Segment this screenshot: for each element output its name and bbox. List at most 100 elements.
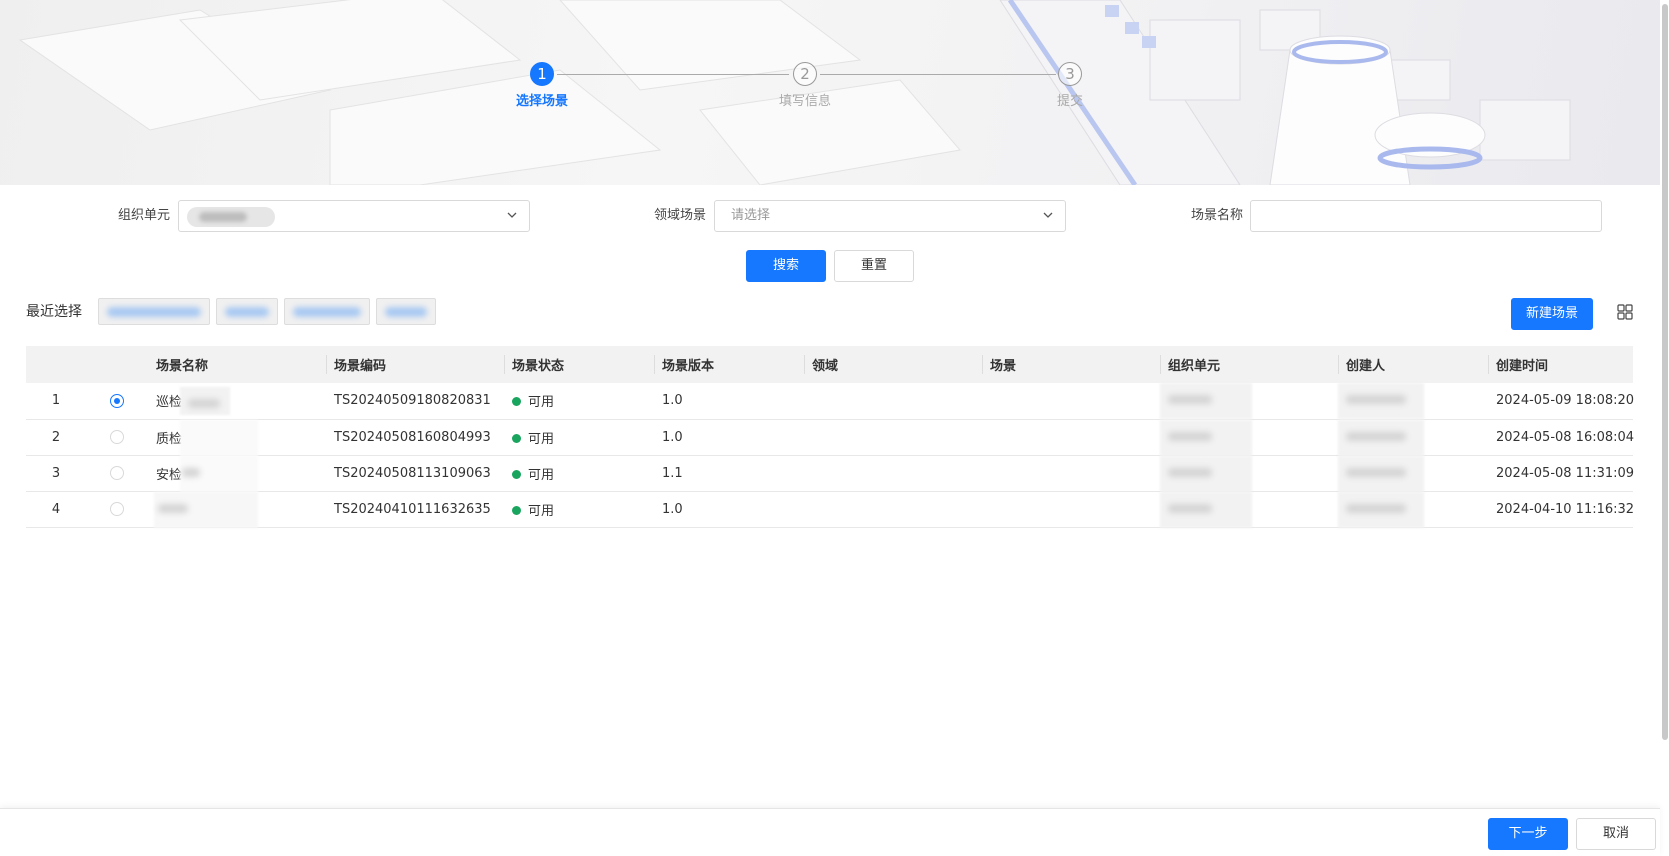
status-dot-icon [512,505,521,515]
org-unit-label: 组织单元 [117,208,170,223]
scene-name-input[interactable] [1250,200,1602,232]
step-3[interactable]: 3 提交 [1030,62,1110,109]
step-label: 选择场景 [515,94,568,109]
org-unit-cell [1160,491,1338,528]
recent-chip[interactable] [216,298,278,325]
scene-name-cell: 质检 [148,419,326,456]
chevron-down-icon [507,212,517,218]
scene-table: 场景名称 场景编码 场景状态 场景版本 领域 场景 组织单元 创建人 创建时间 … [26,346,1634,528]
grid-view-icon[interactable] [1617,304,1633,320]
column-header: 场景 [982,346,1160,383]
status-dot-icon [512,469,521,479]
recent-chip[interactable] [284,298,370,325]
redacted-text [1338,383,1424,419]
org-unit-cell [1160,419,1338,456]
column-header: 场景名称 [148,346,326,383]
domain-cell [804,491,982,528]
org-unit-cell [1160,383,1338,420]
scene-status-cell: 可用 [504,383,654,420]
search-button[interactable]: 搜索 [746,250,826,282]
scene-status-cell: 可用 [504,491,654,528]
row-index: 2 [26,419,86,456]
scene-code-cell: TS20240410111632635 [326,491,504,528]
step-label: 提交 [1056,94,1083,109]
domain-cell [804,419,982,456]
row-index: 1 [26,383,86,420]
scene-version-cell: 1.0 [654,383,804,420]
redacted-text [1160,419,1252,456]
row-radio[interactable] [110,430,124,444]
header-banner: 1 选择场景 2 填写信息 3 提交 [0,0,1660,185]
redacted-text [1160,491,1252,528]
scene-name-label: 场景名称 [1190,208,1243,223]
column-header: 场景状态 [504,346,654,383]
index-column-header [26,346,86,383]
created-time-cell: 2024-05-08 16:08:04 [1488,419,1634,456]
redacted-text [1160,455,1252,492]
redacted-text [180,419,258,456]
step-label: 填写信息 [778,94,831,109]
table-header-row: 场景名称 场景编码 场景状态 场景版本 领域 场景 组织单元 创建人 创建时间 [26,346,1633,383]
redacted-text [1338,455,1424,492]
chevron-down-icon [1043,212,1053,218]
reset-button[interactable]: 重置 [834,250,914,282]
step-connector [557,74,789,75]
table-row[interactable]: 2 质检 TS20240508160804993 可用 1.0 2024-05-… [26,419,1634,456]
domain-cell [804,455,982,492]
new-scene-button[interactable]: 新建场景 [1511,298,1593,330]
recent-chip[interactable] [376,298,436,325]
redacted-text [1338,491,1424,528]
row-radio[interactable] [110,466,124,480]
step-2[interactable]: 2 填写信息 [765,62,845,109]
row-select-cell [86,383,148,420]
row-radio[interactable] [110,502,124,516]
recent-chip[interactable] [98,298,210,325]
scene-version-cell: 1.0 [654,419,804,456]
redacted-text [1160,383,1252,419]
created-time-cell: 2024-05-09 18:08:20 [1488,383,1634,420]
row-index: 3 [26,455,86,492]
creator-cell [1338,455,1488,492]
scene-version-cell: 1.1 [654,455,804,492]
status-dot-icon [512,433,521,443]
column-header: 场景版本 [654,346,804,383]
domain-scene-select[interactable]: 请选择 [714,200,1066,232]
footer-bar: 下一步 取消 [0,808,1660,856]
redacted-text [154,491,258,528]
row-select-cell [86,455,148,492]
scene-version-cell: 1.0 [654,491,804,528]
status-dot-icon [512,397,521,407]
cancel-button[interactable]: 取消 [1576,818,1656,850]
scene-select-page: 1 选择场景 2 填写信息 3 提交 组织单元 领域场景 请选择 场景名称 搜索… [0,0,1669,856]
column-header: 领域 [804,346,982,383]
scene-cell [982,455,1160,492]
column-header: 组织单元 [1160,346,1338,383]
next-step-button[interactable]: 下一步 [1488,818,1568,850]
scene-cell [982,491,1160,528]
domain-scene-label: 领域场景 [653,208,706,223]
table-row[interactable]: 1 巡检 TS20240509180820831 可用 1.0 2024-05-… [26,383,1634,420]
table-row[interactable]: 3 安检 TS20240508113109063 可用 1.1 2024-05-… [26,455,1634,492]
created-time-cell: 2024-04-10 11:16:32 [1488,491,1634,528]
step-number: 1 [530,62,554,86]
org-unit-select[interactable] [178,200,530,232]
org-unit-cell [1160,455,1338,492]
vertical-scrollbar[interactable] [1661,0,1669,745]
scene-code-cell: TS20240509180820831 [326,383,504,420]
org-unit-selected-tag [187,207,275,227]
row-select-cell [86,491,148,528]
scene-name-cell: 安检 [148,455,326,492]
scene-code-cell: TS20240508160804993 [326,419,504,456]
step-connector [820,74,1056,75]
scene-status-cell: 可用 [504,455,654,492]
wizard-steps: 1 选择场景 2 填写信息 3 提交 [516,62,1110,122]
table-row[interactable]: 4 TS20240410111632635 可用 1.0 2024-04-10 … [26,491,1634,528]
row-radio[interactable] [110,393,124,408]
row-select-cell [86,419,148,456]
redacted-text [1338,419,1424,456]
recent-selection-label: 最近选择 [26,304,82,320]
step-1[interactable]: 1 选择场景 [502,62,582,109]
scene-name-cell: 巡检 [148,383,326,420]
domain-cell [804,383,982,420]
step-number: 3 [1058,62,1082,86]
